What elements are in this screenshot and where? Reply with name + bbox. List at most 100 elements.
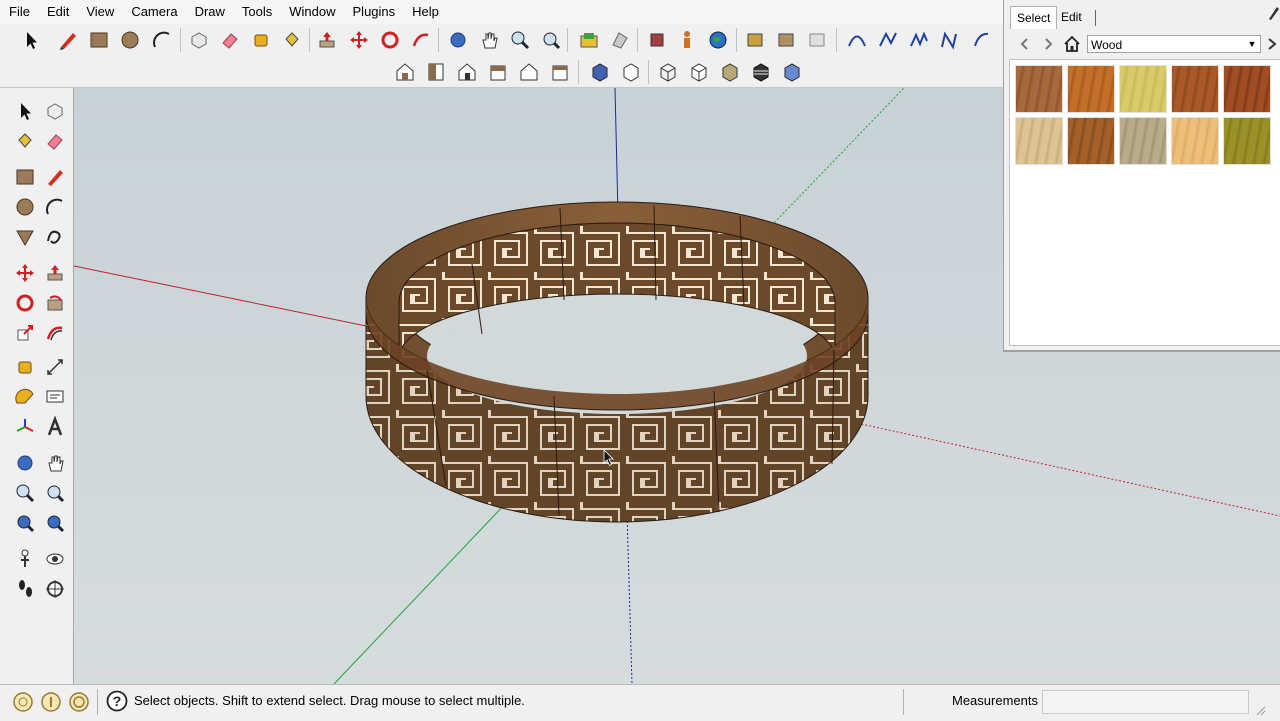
back-view-button[interactable]	[516, 59, 542, 85]
zoom-tool-button[interactable]	[12, 480, 38, 506]
tape-measure-button[interactable]	[248, 27, 274, 53]
circle-tool-button[interactable]	[12, 194, 38, 220]
monochrome-style-button[interactable]	[779, 59, 805, 85]
push-pull-button[interactable]	[314, 27, 340, 53]
bezier-curve-button[interactable]	[844, 27, 870, 53]
material-swatch-wood-light[interactable]	[1171, 117, 1219, 165]
details-arrow-icon[interactable]	[1265, 35, 1279, 53]
follow-me-button[interactable]	[408, 27, 434, 53]
menu-tools[interactable]: Tools	[233, 0, 280, 24]
figure-tool-button[interactable]	[674, 27, 700, 53]
rectangle-tool-button[interactable]	[12, 164, 38, 190]
material-swatch-wood-pale[interactable]	[1015, 117, 1063, 165]
material-swatch-wood-orange[interactable]	[1067, 65, 1115, 113]
scale-tool-button[interactable]	[12, 320, 38, 346]
axes-tool-button[interactable]	[12, 414, 38, 440]
zoom-extents-button[interactable]	[42, 510, 68, 536]
measurements-field[interactable]	[1042, 690, 1249, 714]
get-models-button[interactable]	[576, 27, 602, 53]
sample-paint-icon[interactable]	[1267, 5, 1279, 21]
resize-grip-icon[interactable]	[1256, 705, 1266, 716]
credits-icon[interactable]	[40, 691, 62, 716]
zoom-extents-button[interactable]	[538, 27, 564, 53]
text-tool-button[interactable]	[42, 384, 68, 410]
walk-tool-button[interactable]	[12, 576, 38, 602]
dimension-tool-button[interactable]	[42, 354, 68, 380]
pencil-tool-button[interactable]	[55, 27, 81, 53]
menu-camera[interactable]: Camera	[122, 0, 185, 24]
push-pull-button[interactable]	[42, 260, 68, 286]
chevron-down-icon[interactable]: ▼	[1246, 36, 1258, 52]
arc-tool-button[interactable]	[42, 194, 68, 220]
rotate-tool-button[interactable]	[12, 290, 38, 316]
orbit-tool-button[interactable]	[12, 450, 38, 476]
polygon-tool-button[interactable]	[12, 224, 38, 250]
previous-view-button[interactable]	[12, 510, 38, 536]
select-tool-button[interactable]	[18, 27, 44, 53]
pencil-tool-button[interactable]	[42, 164, 68, 190]
uniform-bspline-button[interactable]	[937, 27, 963, 53]
user-icon[interactable]	[68, 691, 90, 716]
iso-view-button[interactable]	[392, 59, 418, 85]
menu-view[interactable]: View	[77, 0, 122, 24]
home-icon[interactable]	[1063, 35, 1081, 53]
menu-help[interactable]: Help	[403, 0, 447, 24]
section-plane-button[interactable]	[42, 576, 68, 602]
position-camera-button[interactable]	[12, 546, 38, 572]
menu-edit[interactable]: Edit	[38, 0, 77, 24]
follow-me-button[interactable]	[42, 290, 68, 316]
geolocation-icon[interactable]	[12, 691, 34, 716]
menu-file[interactable]: File	[0, 0, 38, 24]
wireframe-style-button[interactable]	[655, 59, 681, 85]
menu-plugins[interactable]: Plugins	[344, 0, 404, 24]
material-swatch-wood-redgrain[interactable]	[1223, 65, 1271, 113]
pan-tool-button[interactable]	[42, 450, 68, 476]
look-around-button[interactable]	[42, 546, 68, 572]
circle-tool-button[interactable]	[117, 27, 143, 53]
material-swatch-wood-yellow[interactable]	[1119, 65, 1167, 113]
curve-tool-button[interactable]	[968, 27, 994, 53]
make-component-button[interactable]	[186, 27, 212, 53]
pan-tool-button[interactable]	[476, 27, 502, 53]
spline-button[interactable]	[906, 27, 932, 53]
make-component-button[interactable]	[42, 98, 68, 124]
rotate-tool-button[interactable]	[377, 27, 403, 53]
rectangle-tool-button[interactable]	[86, 27, 112, 53]
warehouse-component-button[interactable]	[644, 27, 670, 53]
material-swatch-wood-walnut[interactable]	[1067, 117, 1115, 165]
protractor-tool-button[interactable]	[12, 384, 38, 410]
right-view-button[interactable]	[485, 59, 511, 85]
back-edges-style-button[interactable]	[618, 59, 644, 85]
back-arrow-icon[interactable]	[1016, 35, 1034, 53]
tab-edit[interactable]: Edit	[1055, 6, 1088, 28]
arc-tool-button[interactable]	[149, 27, 175, 53]
help-icon[interactable]: ?	[106, 690, 128, 715]
top-view-button[interactable]	[423, 59, 449, 85]
select-tool-button[interactable]	[12, 98, 38, 124]
left-view-button[interactable]	[547, 59, 573, 85]
earth-button[interactable]	[705, 27, 731, 53]
menu-window[interactable]: Window	[280, 0, 343, 24]
menu-draw[interactable]: Draw	[186, 0, 233, 24]
material-collection-select[interactable]: Wood ▼	[1087, 35, 1261, 53]
material-swatch-wood-gray[interactable]	[1119, 117, 1167, 165]
extension-warehouse-button[interactable]	[773, 27, 799, 53]
3d-text-tool-button[interactable]	[42, 414, 68, 440]
photo-textures-button[interactable]	[742, 27, 768, 53]
material-swatch-wood-olive[interactable]	[1223, 117, 1271, 165]
extension-manager-button[interactable]	[804, 27, 830, 53]
shaded-style-button[interactable]	[717, 59, 743, 85]
share-model-button[interactable]	[607, 27, 633, 53]
hidden-line-style-button[interactable]	[686, 59, 712, 85]
freehand-tool-button[interactable]	[42, 224, 68, 250]
zoom-tool-button[interactable]	[507, 27, 533, 53]
tape-measure-button[interactable]	[12, 354, 38, 380]
material-swatch-wood-mahogany[interactable]	[1171, 65, 1219, 113]
orbit-tool-button[interactable]	[445, 27, 471, 53]
eraser-tool-button[interactable]	[217, 27, 243, 53]
forward-arrow-icon[interactable]	[1039, 35, 1057, 53]
eraser-tool-button[interactable]	[42, 128, 68, 154]
shaded-textures-style-button[interactable]	[748, 59, 774, 85]
move-tool-button[interactable]	[346, 27, 372, 53]
move-tool-button[interactable]	[12, 260, 38, 286]
